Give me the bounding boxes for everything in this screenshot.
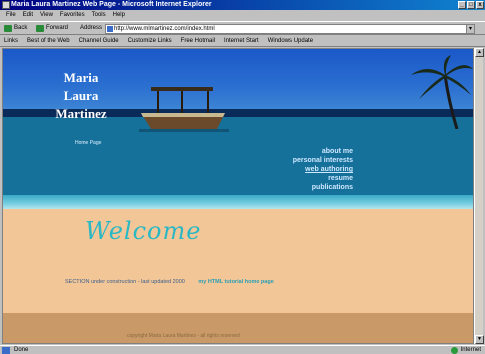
- back-button[interactable]: Back: [4, 24, 27, 33]
- footer-text: copyright Maria Laura Martinez - all rig…: [127, 333, 240, 339]
- back-label: Back: [14, 25, 28, 31]
- address-label: Address: [80, 25, 103, 31]
- link-free-hotmail[interactable]: Free Hotmail: [181, 36, 215, 46]
- nav-resume[interactable]: resume: [293, 174, 353, 183]
- link-customize-links[interactable]: Customize Links: [128, 36, 172, 46]
- menu-help[interactable]: Help: [113, 11, 125, 20]
- window-title: Maria Laura Martinez Web Page - Microsof…: [11, 1, 212, 8]
- nav-about-me[interactable]: about me: [293, 147, 353, 156]
- page-icon: [107, 26, 113, 32]
- nav-personal-interests[interactable]: personal interests: [293, 156, 353, 165]
- menu-tools[interactable]: Tools: [92, 11, 106, 20]
- scroll-up-arrow-icon[interactable]: ▲: [475, 48, 484, 57]
- footer-band: [3, 313, 473, 343]
- address-value: http://www.mlmartinez.com/index.html: [114, 26, 215, 32]
- forward-arrow-icon: [36, 25, 44, 32]
- address-input[interactable]: http://www.mlmartinez.com/index.html: [105, 24, 467, 34]
- surf-band: [3, 195, 473, 209]
- maximize-button[interactable]: □: [467, 1, 475, 9]
- menu-edit[interactable]: Edit: [23, 11, 33, 20]
- back-arrow-icon: [4, 25, 12, 32]
- tutorial-link[interactable]: my HTML tutorial home page: [198, 279, 273, 285]
- intro-row: SECTION under construction - last update…: [65, 279, 274, 285]
- menu-favorites[interactable]: Favorites: [60, 11, 85, 20]
- internet-globe-icon: [450, 347, 458, 354]
- close-button[interactable]: x: [476, 1, 484, 9]
- ie-app-icon[interactable]: [2, 1, 10, 9]
- links-bar: Links Best of the Web Channel Guide Cust…: [0, 36, 485, 47]
- sea-background: [3, 117, 473, 195]
- window-controls: _ □ x: [458, 1, 484, 9]
- name-line-last: Martinez: [55, 106, 107, 121]
- menu-file[interactable]: File: [6, 11, 16, 20]
- site-nav: about me personal interests web authorin…: [293, 147, 353, 192]
- menu-bar: File Edit View Favorites Tools Help: [0, 11, 485, 20]
- zone-label: Internet: [460, 347, 481, 353]
- site-owner-name: Maria Laura Martinez: [41, 69, 121, 123]
- address-dropdown-button[interactable]: ▾: [466, 24, 475, 34]
- welcome-heading: Welcome: [85, 217, 202, 245]
- title-bar[interactable]: Maria Laura Martinez Web Page - Microsof…: [0, 0, 485, 10]
- nav-publications[interactable]: publications: [293, 183, 353, 192]
- address-toolbar: Back Forward Address http://www.mlmartin…: [0, 21, 485, 35]
- nav-web-authoring[interactable]: web authoring: [293, 165, 353, 174]
- scroll-down-arrow-icon[interactable]: ▼: [475, 335, 484, 344]
- name-line-first: Maria: [63, 70, 99, 85]
- link-windows-update[interactable]: Windows Update: [268, 36, 313, 46]
- forward-button[interactable]: Forward: [36, 24, 68, 33]
- status-bar: Done Internet: [0, 345, 485, 354]
- link-internet-start[interactable]: Internet Start: [224, 36, 259, 46]
- security-zone: Internet: [450, 346, 481, 354]
- boat-image: [139, 87, 229, 132]
- sand-background: [3, 209, 473, 313]
- palm-tree-image: [411, 55, 473, 129]
- minimize-button[interactable]: _: [458, 1, 466, 9]
- intro-text: SECTION under construction - last update…: [65, 279, 185, 285]
- page-subtitle: Home Page: [75, 140, 102, 146]
- name-line-middle: Laura: [63, 88, 99, 103]
- menu-view[interactable]: View: [40, 11, 53, 20]
- browser-window: Maria Laura Martinez Web Page - Microsof…: [0, 0, 485, 354]
- link-channel-guide[interactable]: Channel Guide: [79, 36, 119, 46]
- status-text: Done: [14, 347, 29, 353]
- status-page-icon: [2, 347, 10, 354]
- vertical-scrollbar[interactable]: ▲ ▼: [474, 48, 484, 344]
- link-best-of-web[interactable]: Best of the Web: [27, 36, 70, 46]
- page-viewport: Maria Laura Martinez Home Page about me …: [2, 48, 474, 344]
- forward-label: Forward: [46, 25, 69, 31]
- links-label: Links: [4, 38, 19, 44]
